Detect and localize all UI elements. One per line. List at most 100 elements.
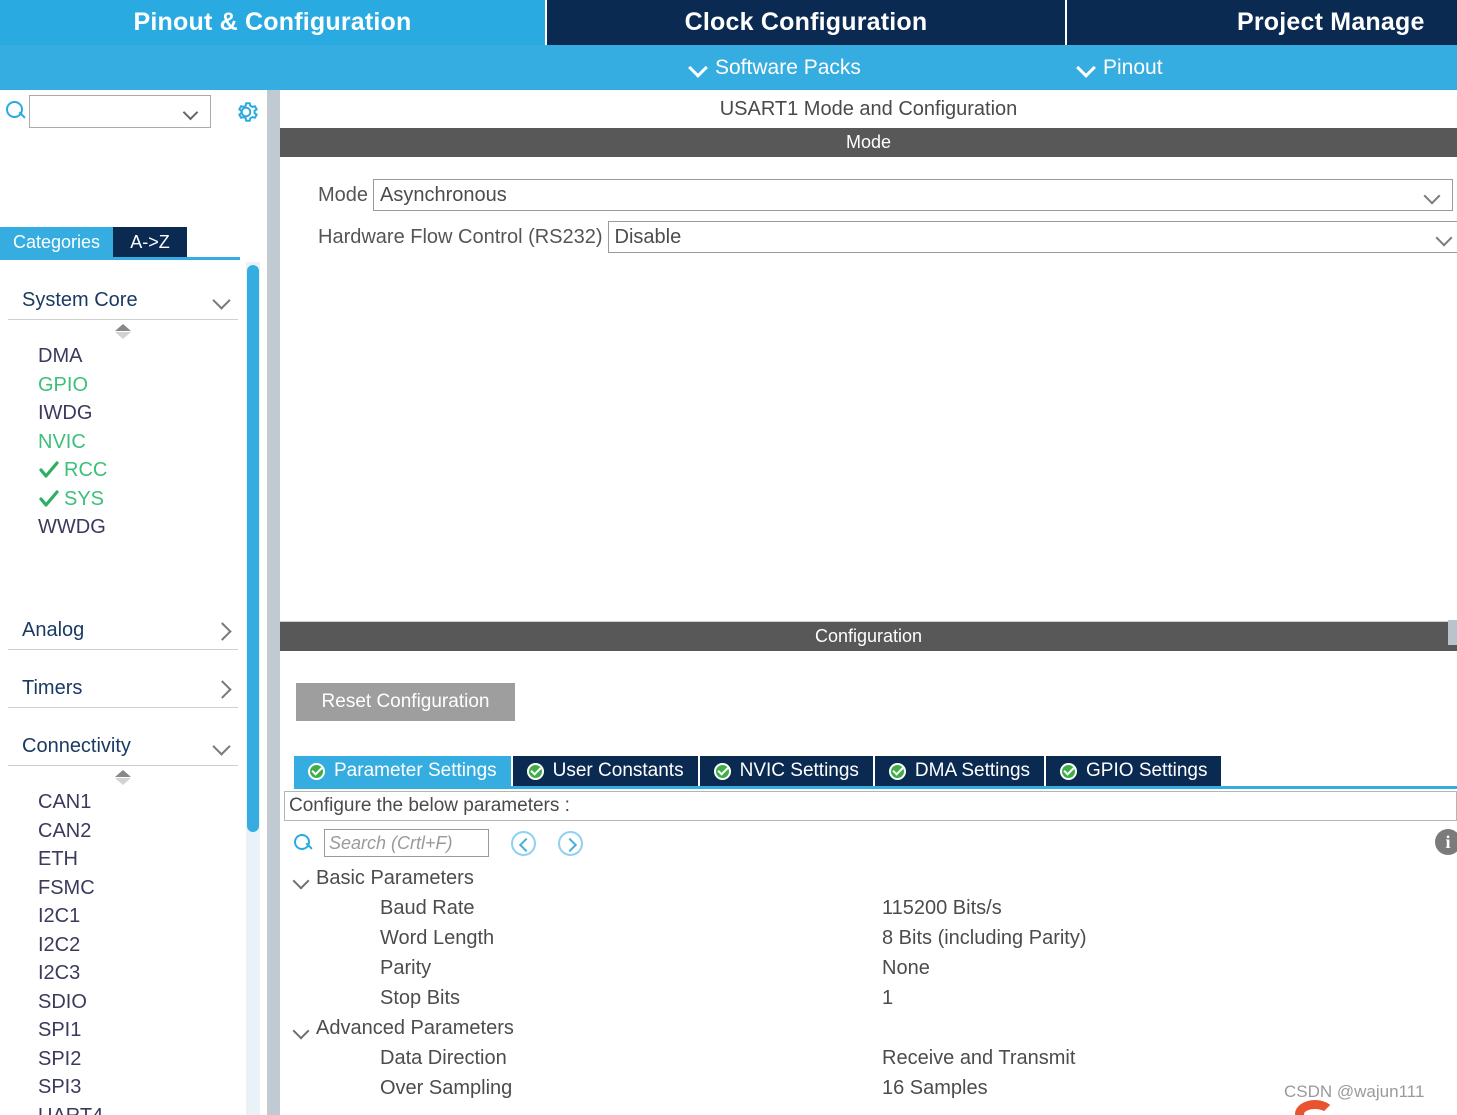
sidebar-item-nvic[interactable]: NVIC: [8, 428, 238, 457]
parameters-tree: Basic Parameters Baud Rate 115200 Bits/s…: [292, 863, 1452, 1103]
parameter-value: 16 Samples: [882, 1076, 988, 1099]
right-scrollbar-thumb[interactable]: [1448, 620, 1457, 645]
chevron-right-icon: [213, 622, 230, 639]
tab-user-constants[interactable]: User Constants: [512, 756, 700, 786]
sidebar-item-sdio[interactable]: SDIO: [8, 988, 238, 1017]
sidebar-item-gpio[interactable]: GPIO: [8, 371, 238, 400]
sidebar-tab-a-to-z[interactable]: A->Z: [113, 227, 187, 257]
tab-pinout-configuration[interactable]: Pinout & Configuration: [0, 0, 545, 45]
sidebar-item-i2c1[interactable]: I2C1: [8, 902, 238, 931]
tree-group-label: Advanced Parameters: [292, 1017, 882, 1040]
configuration-section: Reset Configuration Parameter Settings U…: [280, 651, 1457, 1115]
tree-group-basic-parameters[interactable]: Basic Parameters: [292, 863, 1452, 893]
flow-control-select[interactable]: Disable: [607, 221, 1457, 253]
watermark-text: CSDN @wajun111: [1284, 1082, 1425, 1101]
sidebar-item-label: I2C1: [38, 905, 81, 928]
info-icon[interactable]: i: [1435, 829, 1457, 855]
sidebar-item-label: CAN1: [38, 791, 92, 814]
table-row[interactable]: Parity None: [292, 953, 1452, 983]
table-row[interactable]: Baud Rate 115200 Bits/s: [292, 893, 1452, 923]
table-row[interactable]: Over Sampling 16 Samples: [292, 1073, 1452, 1103]
search-next-button[interactable]: [558, 830, 583, 856]
parameter-search-row: Search (Crtl+F): [292, 829, 583, 857]
categories-sidebar: Categories A->Z System Core DMA GPIO IWD…: [0, 90, 268, 1115]
chevron-down-icon: [213, 292, 230, 309]
sidebar-item-dma[interactable]: DMA: [8, 342, 238, 371]
sidebar-tab-categories[interactable]: Categories: [0, 227, 113, 257]
search-input[interactable]: [29, 94, 211, 128]
sidebar-item-label: I2C2: [38, 933, 81, 956]
reset-configuration-button[interactable]: Reset Configuration: [296, 683, 515, 721]
table-row[interactable]: Stop Bits 1: [292, 983, 1452, 1013]
sidebar-item-wwdg[interactable]: WWDG: [8, 513, 238, 542]
sort-descending-icon: [115, 777, 131, 785]
sidebar-item-sys[interactable]: SYS: [8, 485, 238, 514]
sidebar-item-eth[interactable]: ETH: [8, 845, 238, 874]
parameter-value: 1: [882, 986, 894, 1009]
sidebar-item-label: I2C3: [38, 962, 81, 985]
menu-pinout[interactable]: Pinout: [1078, 56, 1163, 80]
tab-clock-configuration[interactable]: Clock Configuration: [545, 0, 1067, 45]
tab-parameter-settings[interactable]: Parameter Settings: [294, 756, 513, 786]
sidebar-item-label: IWDG: [38, 402, 93, 425]
sidebar-item-i2c3[interactable]: I2C3: [8, 959, 238, 988]
mode-row: Mode Asynchronous: [318, 179, 1454, 211]
tab-nvic-settings[interactable]: NVIC Settings: [699, 756, 875, 786]
chevron-down-icon: [185, 107, 198, 120]
parameter-search-input[interactable]: Search (Crtl+F): [324, 829, 489, 857]
sidebar-item-label: SYS: [64, 487, 105, 510]
configuration-section-header: Configuration: [280, 622, 1457, 651]
page-title: USART1 Mode and Configuration: [280, 90, 1457, 128]
tab-project-manager[interactable]: Project Manage: [1067, 0, 1457, 45]
tab-label: DMA Settings: [914, 760, 1031, 781]
search-previous-button[interactable]: [511, 830, 536, 856]
flow-control-label: Hardware Flow Control (RS232): [318, 225, 603, 248]
sidebar-item-uart4[interactable]: UART4: [8, 1102, 238, 1115]
group-timers: Timers: [8, 670, 238, 708]
gear-icon[interactable]: [232, 98, 260, 126]
tab-gpio-settings[interactable]: GPIO Settings: [1046, 756, 1222, 786]
sidebar-item-rcc[interactable]: RCC: [8, 456, 238, 485]
sidebar-item-spi3[interactable]: SPI3: [8, 1073, 238, 1102]
group-header-timers[interactable]: Timers: [8, 670, 238, 708]
software-packs-label: Software Packs: [715, 55, 861, 79]
tree-group-advanced-parameters[interactable]: Advanced Parameters: [292, 1013, 1452, 1043]
parameter-name: Stop Bits: [380, 986, 461, 1009]
sidebar-item-fsmc[interactable]: FSMC: [8, 874, 238, 903]
tab-dma-settings[interactable]: DMA Settings: [874, 756, 1047, 786]
tab-label: GPIO Settings: [1086, 760, 1208, 781]
group-header-analog[interactable]: Analog: [8, 612, 238, 650]
table-row[interactable]: Data Direction Receive and Transmit: [292, 1043, 1452, 1073]
sidebar-item-spi2[interactable]: SPI2: [8, 1045, 238, 1074]
mode-select[interactable]: Asynchronous: [373, 179, 1454, 211]
group-title: Connectivity: [22, 735, 131, 757]
sidebar-scrollbar-thumb[interactable]: [247, 265, 259, 832]
configuration-panel: USART1 Mode and Configuration Mode Mode …: [280, 90, 1457, 1115]
group-header-system-core[interactable]: System Core: [8, 282, 238, 320]
sidebar-item-label: RCC: [64, 459, 108, 482]
chevron-down-icon: [213, 738, 230, 755]
menu-software-packs[interactable]: Software Packs: [690, 56, 861, 80]
sidebar-item-can2[interactable]: CAN2: [8, 817, 238, 846]
check-circle-icon: [1060, 762, 1078, 780]
sort-ascending-icon: [115, 323, 131, 331]
sidebar-item-spi1[interactable]: SPI1: [8, 1016, 238, 1045]
sidebar-item-iwdg[interactable]: IWDG: [8, 399, 238, 428]
parameter-name: Data Direction: [380, 1046, 507, 1069]
configuration-tabs: Parameter Settings User Constants NVIC S…: [294, 756, 1222, 786]
sidebar-item-i2c2[interactable]: I2C2: [8, 931, 238, 960]
configuration-tab-underline: [294, 786, 1457, 789]
group-connectivity: Connectivity CAN1 CAN2 ETH FSMC I2C1 I2C…: [8, 728, 238, 1115]
group-title: Analog: [22, 619, 85, 641]
group-system-core: System Core DMA GPIO IWDG NVIC RCC SYS W…: [8, 282, 238, 542]
sort-toggle-connectivity[interactable]: [8, 766, 238, 788]
sidebar-search-row: [0, 90, 268, 132]
mode-section: Mode Asynchronous Hardware Flow Control …: [280, 157, 1457, 622]
sort-toggle-system-core[interactable]: [8, 320, 238, 342]
group-header-connectivity[interactable]: Connectivity: [8, 728, 238, 766]
sidebar-item-label: UART4: [38, 1106, 103, 1115]
sidebar-item-label: FSMC: [38, 876, 95, 899]
table-row[interactable]: Word Length 8 Bits (including Parity): [292, 923, 1452, 953]
sidebar-item-can1[interactable]: CAN1: [8, 788, 238, 817]
parameter-search-placeholder: Search (Crtl+F): [329, 832, 453, 853]
